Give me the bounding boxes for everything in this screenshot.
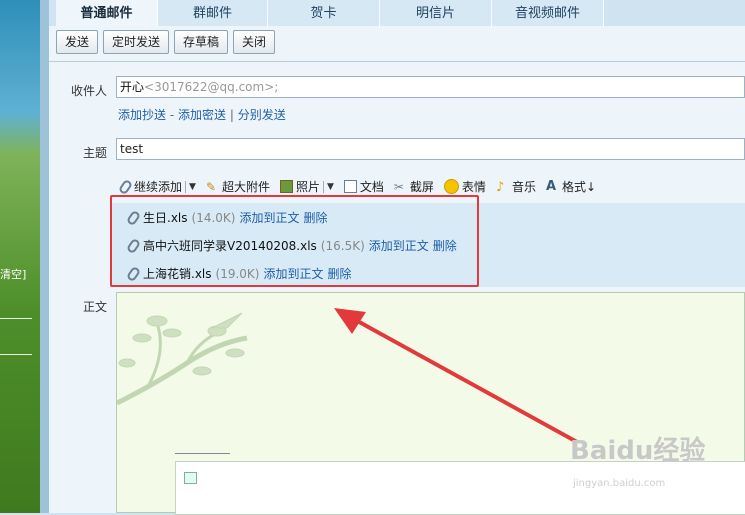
tab-group-mail[interactable]: 群邮件 <box>158 0 268 26</box>
highlight-box <box>110 195 479 287</box>
recipient-address: <3017622@qq.com>; <box>144 80 279 94</box>
document-label: 文档 <box>359 180 384 194</box>
smiley-icon <box>443 179 459 194</box>
recipient-name: 开心 <box>120 80 145 94</box>
add-bcc-link[interactable]: 添加密送 <box>178 108 226 122</box>
chevron-down-icon[interactable]: ▼ <box>327 182 334 192</box>
separator <box>322 180 324 193</box>
add-cc-link[interactable]: 添加抄送 <box>118 108 166 122</box>
watermark-url: jingyan.baidu.com <box>573 478 666 489</box>
screenshot-label: 截屏 <box>409 180 434 194</box>
subject-input[interactable]: test <box>116 138 745 160</box>
screenshot-button[interactable]: ✂ 截屏 <box>394 178 434 195</box>
background-strip: 清空] <box>0 0 40 513</box>
music-button[interactable]: ♪ 音乐 <box>496 178 536 195</box>
format-button[interactable]: A 格式↓ <box>546 178 596 195</box>
paperclip-icon <box>117 178 134 196</box>
close-button[interactable]: 关闭 <box>233 30 276 54</box>
photo-label: 照片 <box>295 180 320 194</box>
font-a-icon: A <box>545 179 557 194</box>
recipient-field[interactable]: 开心<3017622@qq.com>; <box>116 76 745 98</box>
music-label: 音乐 <box>511 180 536 194</box>
sidebar-edge <box>40 0 49 513</box>
music-note-icon: ♪ <box>495 180 505 195</box>
format-label: 格式↓ <box>561 180 597 194</box>
subject-label: 主题 <box>82 146 107 160</box>
signature-divider <box>175 453 230 454</box>
scissors-icon: ✂ <box>393 180 404 194</box>
image-placeholder-icon <box>184 472 197 484</box>
continue-add-label: 继续添加 <box>134 180 183 194</box>
separate-send-link[interactable]: 分别发送 <box>238 108 286 122</box>
pencil-icon: ✎ <box>205 180 216 194</box>
emoji-button[interactable]: 表情 <box>443 178 486 195</box>
send-button[interactable]: 发送 <box>56 30 99 54</box>
tab-av-mail[interactable]: 音视频邮件 <box>492 0 604 26</box>
continue-add-button[interactable]: 继续添加 ▼ <box>117 178 196 196</box>
tab-postcard[interactable]: 明信片 <box>380 0 492 26</box>
attachment-toolbar: 继续添加 ▼ ✎ 超大附件 照片 ▼ 文档 ✂ 截屏 表情 ♪ 音乐 A 格式↓ <box>117 178 596 196</box>
compose-toolbar: 发送 定时发送 存草稿 关闭 <box>56 30 276 54</box>
baidu-watermark: Baidu经验 <box>570 436 706 466</box>
separator <box>185 180 187 193</box>
body-label: 正文 <box>82 300 107 314</box>
photo-icon <box>279 180 293 193</box>
schedule-send-button[interactable]: 定时发送 <box>103 30 170 54</box>
tab-greeting-card[interactable]: 贺卡 <box>268 0 380 26</box>
to-label: 收件人 <box>70 84 107 98</box>
photo-button[interactable]: 照片 ▼ <box>279 178 334 195</box>
compose-tabs: 普通邮件 群邮件 贺卡 明信片 音视频邮件 <box>56 0 604 26</box>
divider-line <box>0 318 32 319</box>
large-attachment-label: 超大附件 <box>221 180 270 194</box>
divider-line <box>0 354 32 355</box>
document-icon <box>343 180 357 193</box>
emoji-label: 表情 <box>461 180 486 194</box>
chevron-down-icon[interactable]: ▼ <box>189 182 196 192</box>
recipient-links: 添加抄送 - 添加密送 | 分别发送 <box>118 108 286 122</box>
tab-normal-mail[interactable]: 普通邮件 <box>56 0 158 26</box>
save-draft-button[interactable]: 存草稿 <box>174 30 229 54</box>
large-attachment-button[interactable]: ✎ 超大附件 <box>206 178 270 195</box>
document-button[interactable]: 文档 <box>343 178 384 195</box>
toolbar-divider <box>49 61 745 62</box>
clear-label[interactable]: 清空] <box>0 266 26 282</box>
